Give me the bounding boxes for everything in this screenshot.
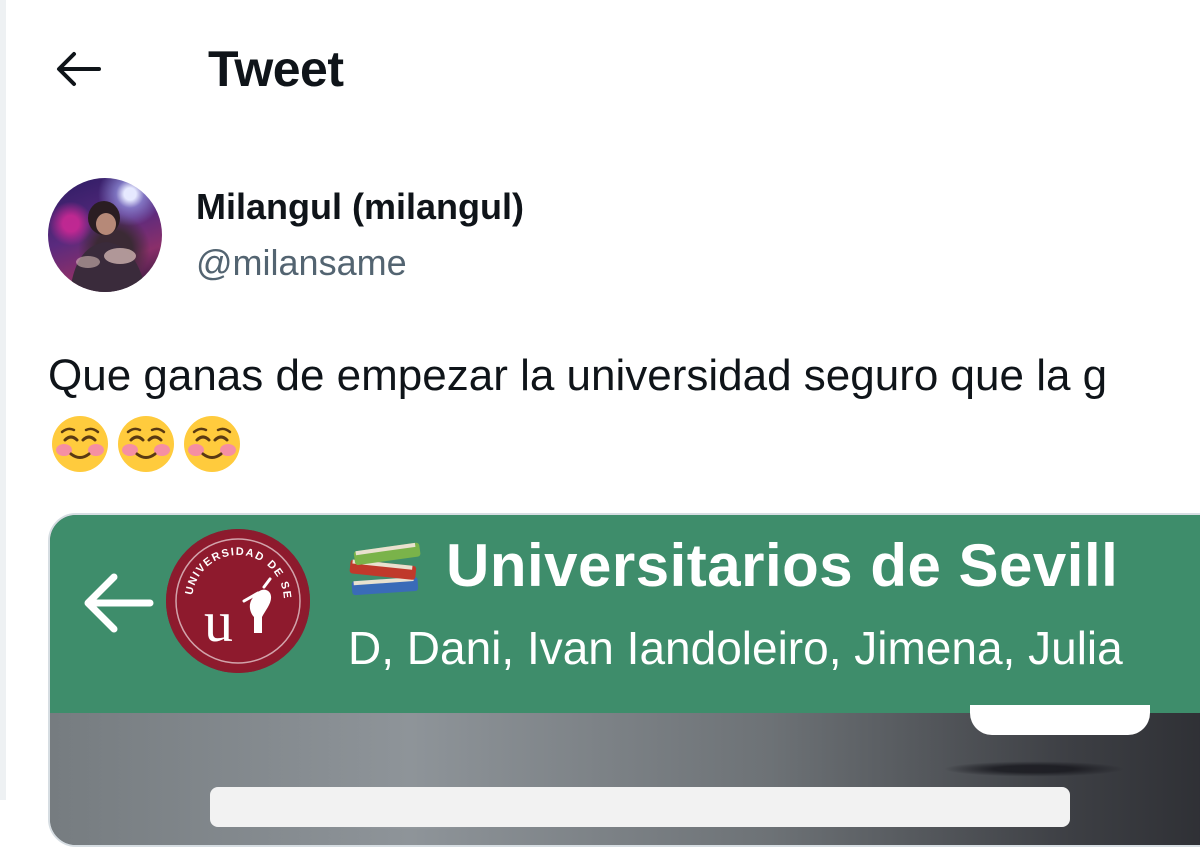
arrow-left-icon [57, 52, 101, 86]
chat-group-name: Universitarios de Sevill [446, 532, 1119, 599]
smiling-face-icon [52, 416, 108, 472]
arrow-left-icon [84, 573, 154, 633]
page-title: Tweet [208, 41, 344, 97]
tweet-emoji-row [50, 414, 242, 474]
chat-members-list: D, Dani, Ivan Iandoleiro, Jimena, Julia [348, 622, 1123, 674]
back-button[interactable] [50, 46, 106, 92]
chat-message-strip [210, 787, 1070, 827]
smiling-face-icon [184, 416, 240, 472]
avatar-photo [70, 201, 146, 292]
group-logo: UNIVERSIDAD DE SEVILLA u [166, 529, 310, 673]
author-handle[interactable]: @milansame [196, 242, 407, 284]
tweet-media-image[interactable]: UNIVERSIDAD DE SEVILLA u Universitarios … [48, 513, 1200, 847]
chat-bubble [970, 705, 1150, 735]
university-seal-icon: UNIVERSIDAD DE SEVILLA u [166, 529, 301, 664]
books-icon [349, 542, 421, 596]
author-display-name[interactable]: Milangul (milangul) [196, 186, 524, 228]
left-border [0, 0, 6, 800]
avatar[interactable] [48, 178, 162, 292]
tweet-text: Que ganas de empezar la universidad segu… [48, 351, 1108, 400]
smiling-face-icon [118, 416, 174, 472]
svg-text:u: u [204, 589, 233, 654]
chat-header: UNIVERSIDAD DE SEVILLA u Universitarios … [50, 515, 1200, 713]
